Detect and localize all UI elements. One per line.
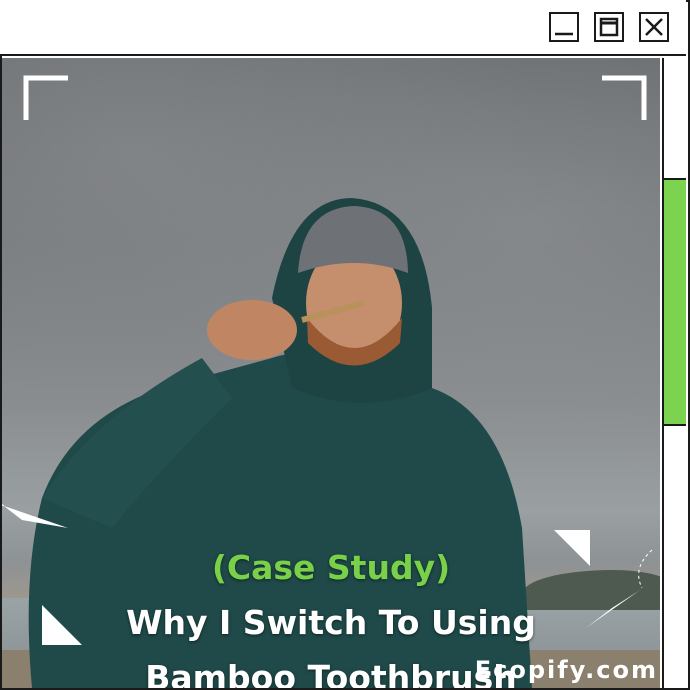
- minimize-button[interactable]: [549, 12, 579, 42]
- close-button[interactable]: [639, 12, 669, 42]
- brand-label: Ecopify.com: [474, 656, 658, 684]
- caption-line-1: (Case Study): [211, 548, 451, 587]
- maximize-icon: [599, 17, 619, 37]
- paper-plane-left-icon: [2, 504, 68, 528]
- hand: [207, 300, 297, 360]
- minimize-icon: [555, 32, 573, 36]
- maximize-button[interactable]: [594, 12, 624, 42]
- caption-line-2: Why I Switch To Using: [126, 603, 536, 642]
- corner-bracket-top-left: [23, 75, 68, 120]
- corner-bracket-top-right: [602, 75, 647, 120]
- title-bar: [0, 0, 686, 56]
- photo-subject: [28, 198, 533, 688]
- scrollbar-thumb[interactable]: [664, 178, 686, 426]
- close-icon: [645, 18, 663, 36]
- photo-viewport: (Case Study) Why I Switch To Using Bambo…: [2, 58, 660, 688]
